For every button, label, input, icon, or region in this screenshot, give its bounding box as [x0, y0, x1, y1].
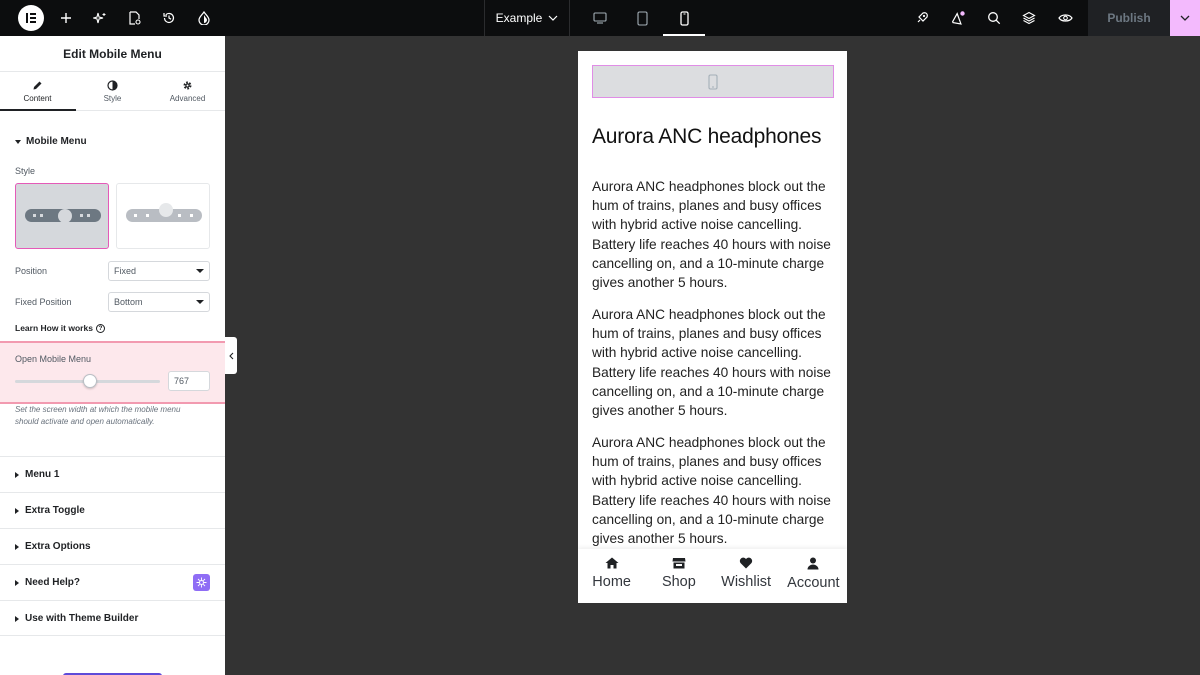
- nav-label: Home: [592, 574, 631, 590]
- section-mobile-menu[interactable]: Mobile Menu: [15, 136, 87, 147]
- pencil-icon: [33, 81, 42, 89]
- accordion-extra-toggle[interactable]: Extra Toggle: [0, 492, 225, 528]
- style-option-2[interactable]: [116, 183, 210, 249]
- caret-down-icon: [15, 139, 21, 144]
- fixed-position-value: Bottom: [114, 297, 143, 307]
- nav-item-shop[interactable]: Shop: [645, 549, 712, 603]
- mobile-preview: Aurora ANC headphones Aurora ANC headpho…: [578, 51, 847, 603]
- tab-content-label: Content: [23, 93, 52, 103]
- nav-item-account[interactable]: Account: [780, 549, 847, 603]
- publish-button[interactable]: Publish: [1088, 0, 1170, 36]
- tab-advanced-label: Advanced: [169, 93, 206, 103]
- accordion-need-help[interactable]: Need Help?: [0, 564, 225, 600]
- chevron-down-icon: [196, 300, 204, 304]
- style-label: Style: [15, 166, 36, 176]
- editor-panel: Edit Mobile Menu Content Style Advanced …: [0, 36, 225, 675]
- open-menu-description: Set the screen width at which the mobile…: [15, 405, 181, 426]
- learn-how-label: Learn How it works: [15, 323, 93, 333]
- collapse-panel-button[interactable]: [225, 337, 237, 374]
- mobile-menu-placeholder[interactable]: [592, 65, 834, 98]
- position-select[interactable]: Fixed: [108, 261, 210, 281]
- accordion-label: Menu 1: [25, 469, 60, 480]
- open-menu-value: 767: [174, 376, 190, 386]
- style-2-preview: [126, 203, 202, 222]
- mobile-icon[interactable]: [663, 0, 705, 36]
- panel-title: Edit Mobile Menu: [0, 36, 225, 72]
- chevron-left-icon: [228, 352, 233, 359]
- tab-style[interactable]: Style: [75, 72, 150, 110]
- store-icon: [672, 558, 686, 569]
- desktop-icon[interactable]: [579, 0, 621, 36]
- caret-right-icon: [15, 615, 19, 622]
- accordion-label: Extra Options: [25, 541, 91, 552]
- accordion-theme-builder[interactable]: Use with Theme Builder: [0, 600, 225, 636]
- position-value: Fixed: [114, 266, 137, 276]
- home-icon: [605, 557, 619, 569]
- ai-sparkle-icon[interactable]: [82, 0, 118, 36]
- position-label: Position: [15, 266, 48, 276]
- help-bot-icon[interactable]: [193, 574, 210, 591]
- section-title: Mobile Menu: [26, 136, 87, 147]
- fixed-position-select[interactable]: Bottom: [108, 292, 210, 312]
- gear-icon: [183, 81, 192, 89]
- chevron-down-icon: [1180, 15, 1190, 21]
- rocket-icon[interactable]: [904, 0, 940, 36]
- accordion-label: Use with Theme Builder: [25, 613, 139, 624]
- paragraph: Aurora ANC headphones block out the hum …: [592, 435, 831, 547]
- caret-right-icon: [15, 471, 19, 478]
- page-heading: Aurora ANC headphones: [592, 125, 822, 148]
- tablet-icon[interactable]: [621, 0, 663, 36]
- preview-icon[interactable]: [1047, 0, 1083, 36]
- search-icon[interactable]: [976, 0, 1012, 36]
- elementor-logo-icon[interactable]: [18, 5, 44, 31]
- nav-item-wishlist[interactable]: Wishlist: [713, 549, 780, 603]
- accordion-label: Need Help?: [25, 577, 81, 588]
- tab-content[interactable]: Content: [0, 72, 75, 110]
- caret-right-icon: [15, 579, 19, 586]
- page-settings-icon[interactable]: [116, 0, 152, 36]
- chevron-down-icon: [548, 15, 558, 21]
- nav-label: Shop: [661, 574, 696, 590]
- open-menu-label: Open Mobile Menu: [15, 354, 92, 364]
- add-icon[interactable]: [48, 0, 84, 36]
- site-name: Example: [495, 11, 543, 25]
- caret-right-icon: [15, 543, 19, 550]
- nav-label: Account: [787, 575, 840, 591]
- publish-options-button[interactable]: [1170, 0, 1200, 36]
- style-option-1[interactable]: [15, 183, 109, 249]
- history-icon[interactable]: [151, 0, 187, 36]
- site-selector[interactable]: Example: [484, 0, 570, 36]
- style-1-preview: [25, 208, 101, 223]
- panel-tabs: Content Style Advanced: [0, 72, 225, 111]
- site-settings-icon[interactable]: [186, 0, 222, 36]
- fixed-position-label: Fixed Position: [15, 297, 72, 307]
- contrast-icon: [107, 79, 118, 91]
- user-icon: [807, 557, 819, 570]
- open-menu-input[interactable]: 767: [168, 371, 210, 391]
- paragraph: Aurora ANC headphones block out the hum …: [592, 179, 831, 291]
- notifications-icon[interactable]: [940, 0, 976, 36]
- chevron-down-icon: [196, 269, 204, 273]
- nav-item-home[interactable]: Home: [578, 549, 645, 603]
- tab-style-label: Style: [103, 93, 122, 103]
- caret-right-icon: [15, 507, 19, 514]
- accordion-menu-1[interactable]: Menu 1: [0, 456, 225, 492]
- paragraph: Aurora ANC headphones block out the hum …: [592, 307, 831, 419]
- nav-label: Wishlist: [721, 574, 772, 590]
- learn-how-link[interactable]: Learn How it works ?: [15, 323, 105, 333]
- accordion-label: Extra Toggle: [25, 505, 85, 516]
- mobile-icon: [708, 73, 718, 90]
- bottom-navigation: Home Shop Wishlist Account: [578, 549, 847, 603]
- tab-advanced[interactable]: Advanced: [150, 72, 225, 110]
- active-tab-indicator: [0, 109, 76, 111]
- help-circle-icon: ?: [95, 323, 105, 333]
- accordion-extra-options[interactable]: Extra Options: [0, 528, 225, 564]
- top-bar: Example Publish: [0, 0, 1200, 36]
- structure-icon[interactable]: [1011, 0, 1047, 36]
- heart-icon: [739, 557, 753, 569]
